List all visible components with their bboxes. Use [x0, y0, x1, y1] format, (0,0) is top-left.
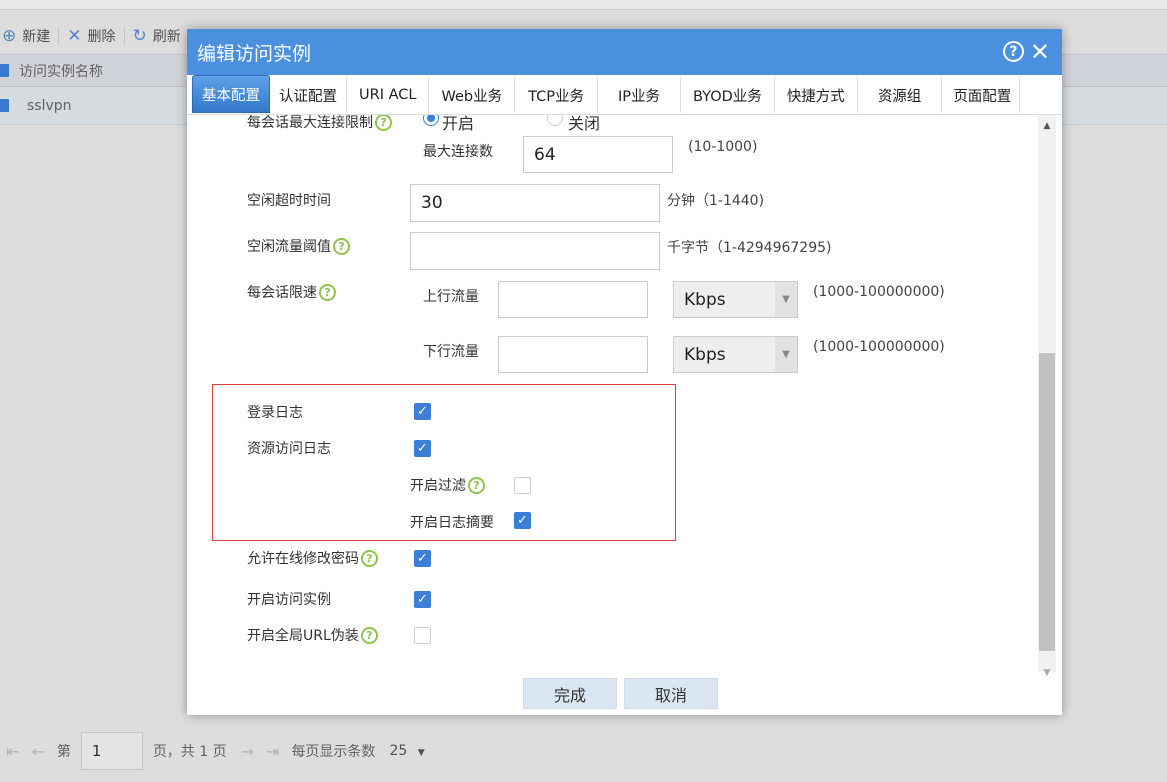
enable-url-masq-checkbox[interactable]: [414, 627, 431, 644]
allow-pwd-change-text: 允许在线修改密码: [247, 551, 359, 567]
tab-page-config[interactable]: 页面配置: [942, 77, 1021, 113]
session-rate-text: 每会话限速: [247, 285, 317, 301]
downstream-input[interactable]: [498, 336, 648, 373]
tab-web-service[interactable]: Web业务: [429, 77, 516, 113]
enable-log-summary-label: 开启日志摘要: [410, 515, 494, 531]
close-icon[interactable]: ✕: [1030, 40, 1050, 64]
max-conn-limit-label: 每会话最大连接限制 ?: [247, 115, 392, 132]
tab-resource-group[interactable]: 资源组: [858, 77, 943, 113]
tab-shortcuts[interactable]: 快捷方式: [775, 77, 858, 113]
upstream-unit-value: Kbps: [684, 289, 726, 310]
allow-pwd-change-checkbox[interactable]: ✓: [414, 550, 431, 567]
scroll-down-icon[interactable]: ▼: [1038, 664, 1056, 682]
scrollbar-thumb[interactable]: [1039, 353, 1055, 651]
help-question-icon[interactable]: ?: [333, 237, 350, 255]
enable-filter-checkbox[interactable]: [514, 477, 531, 494]
upstream-hint: (1000-100000000): [813, 284, 945, 300]
caret-down-icon: ▼: [775, 337, 797, 372]
help-question-icon[interactable]: ?: [319, 283, 336, 301]
idle-timeout-hint: 分钟（1-1440): [667, 193, 765, 209]
caret-down-icon: ▼: [775, 282, 797, 317]
idle-timeout-label: 空闲超时时间: [247, 193, 331, 209]
enable-filter-text: 开启过滤: [410, 478, 466, 494]
tab-uri-acl[interactable]: URI ACL: [347, 77, 430, 113]
help-icon[interactable]: ?: [1002, 41, 1024, 62]
tab-auth-config[interactable]: 认证配置: [270, 77, 347, 113]
tab-byod-service[interactable]: BYOD业务: [681, 77, 775, 113]
tab-ip-service[interactable]: IP业务: [598, 77, 681, 113]
enable-filter-label: 开启过滤 ?: [410, 475, 485, 495]
downstream-unit-value: Kbps: [684, 344, 726, 365]
upstream-unit-select[interactable]: Kbps ▼: [673, 281, 798, 318]
idle-traffic-input[interactable]: [410, 232, 660, 270]
idle-traffic-text: 空闲流量阈值: [247, 239, 331, 255]
max-conn-count-hint: (10-1000): [688, 139, 758, 155]
scroll-up-icon[interactable]: ▲: [1038, 117, 1056, 135]
enable-instance-label: 开启访问实例: [247, 592, 331, 608]
login-log-checkbox[interactable]: ✓: [414, 403, 431, 420]
help-question-icon[interactable]: ?: [468, 476, 485, 494]
radio-disable-label: 关闭: [568, 115, 601, 133]
help-question-icon[interactable]: ?: [361, 549, 378, 567]
downstream-label: 下行流量: [423, 344, 479, 360]
max-conn-count-label: 最大连接数: [423, 144, 493, 160]
max-conn-limit-text: 每会话最大连接限制: [247, 115, 373, 131]
upstream-input[interactable]: [498, 281, 648, 318]
allow-pwd-change-label: 允许在线修改密码 ?: [247, 548, 378, 568]
idle-traffic-label: 空闲流量阈值 ?: [247, 236, 350, 256]
enable-instance-checkbox[interactable]: ✓: [414, 591, 431, 608]
enable-log-summary-checkbox[interactable]: ✓: [514, 512, 531, 529]
resource-log-label: 资源访问日志: [247, 441, 331, 457]
downstream-unit-select[interactable]: Kbps ▼: [673, 336, 798, 373]
cancel-button[interactable]: 取消: [624, 678, 718, 709]
tab-bar: 基本配置 认证配置 URI ACL Web业务 TCP业务 IP业务 BYOD业…: [187, 75, 1062, 115]
radio-enable[interactable]: [423, 115, 439, 126]
resource-log-checkbox[interactable]: ✓: [414, 440, 431, 457]
session-rate-label: 每会话限速 ?: [247, 282, 336, 302]
enable-url-masq-label: 开启全局URL伪装 ?: [247, 625, 378, 645]
dialog-title-bar: 编辑访问实例 ? ✕: [187, 29, 1062, 75]
vertical-scrollbar[interactable]: ▲ ▼: [1038, 115, 1056, 678]
max-conn-count-input[interactable]: 64: [523, 136, 673, 173]
downstream-hint: (1000-100000000): [813, 339, 945, 355]
login-log-label: 登录日志: [247, 405, 303, 421]
dialog-title: 编辑访问实例: [197, 42, 312, 65]
enable-url-masq-text: 开启全局URL伪装: [247, 628, 359, 644]
form-content: 每会话最大连接限制 ? 开启 关闭 最大连接数 64 (10-1000) 空闲超…: [187, 115, 1039, 666]
done-button[interactable]: 完成: [523, 678, 617, 709]
radio-enable-label: 开启: [442, 115, 475, 133]
upstream-label: 上行流量: [423, 289, 479, 305]
help-question-icon[interactable]: ?: [375, 115, 392, 131]
dialog-actions: ? ✕: [1002, 40, 1050, 64]
help-question-icon[interactable]: ?: [360, 626, 378, 644]
idle-timeout-input[interactable]: 30: [410, 184, 660, 222]
tab-basic-config[interactable]: 基本配置: [192, 75, 270, 113]
tab-tcp-service[interactable]: TCP业务: [515, 77, 598, 113]
radio-disable[interactable]: [547, 115, 563, 126]
idle-traffic-hint: 千字节（1-4294967295): [667, 240, 832, 256]
edit-instance-dialog: 编辑访问实例 ? ✕ 基本配置 认证配置 URI ACL Web业务 TCP业务…: [187, 29, 1062, 715]
